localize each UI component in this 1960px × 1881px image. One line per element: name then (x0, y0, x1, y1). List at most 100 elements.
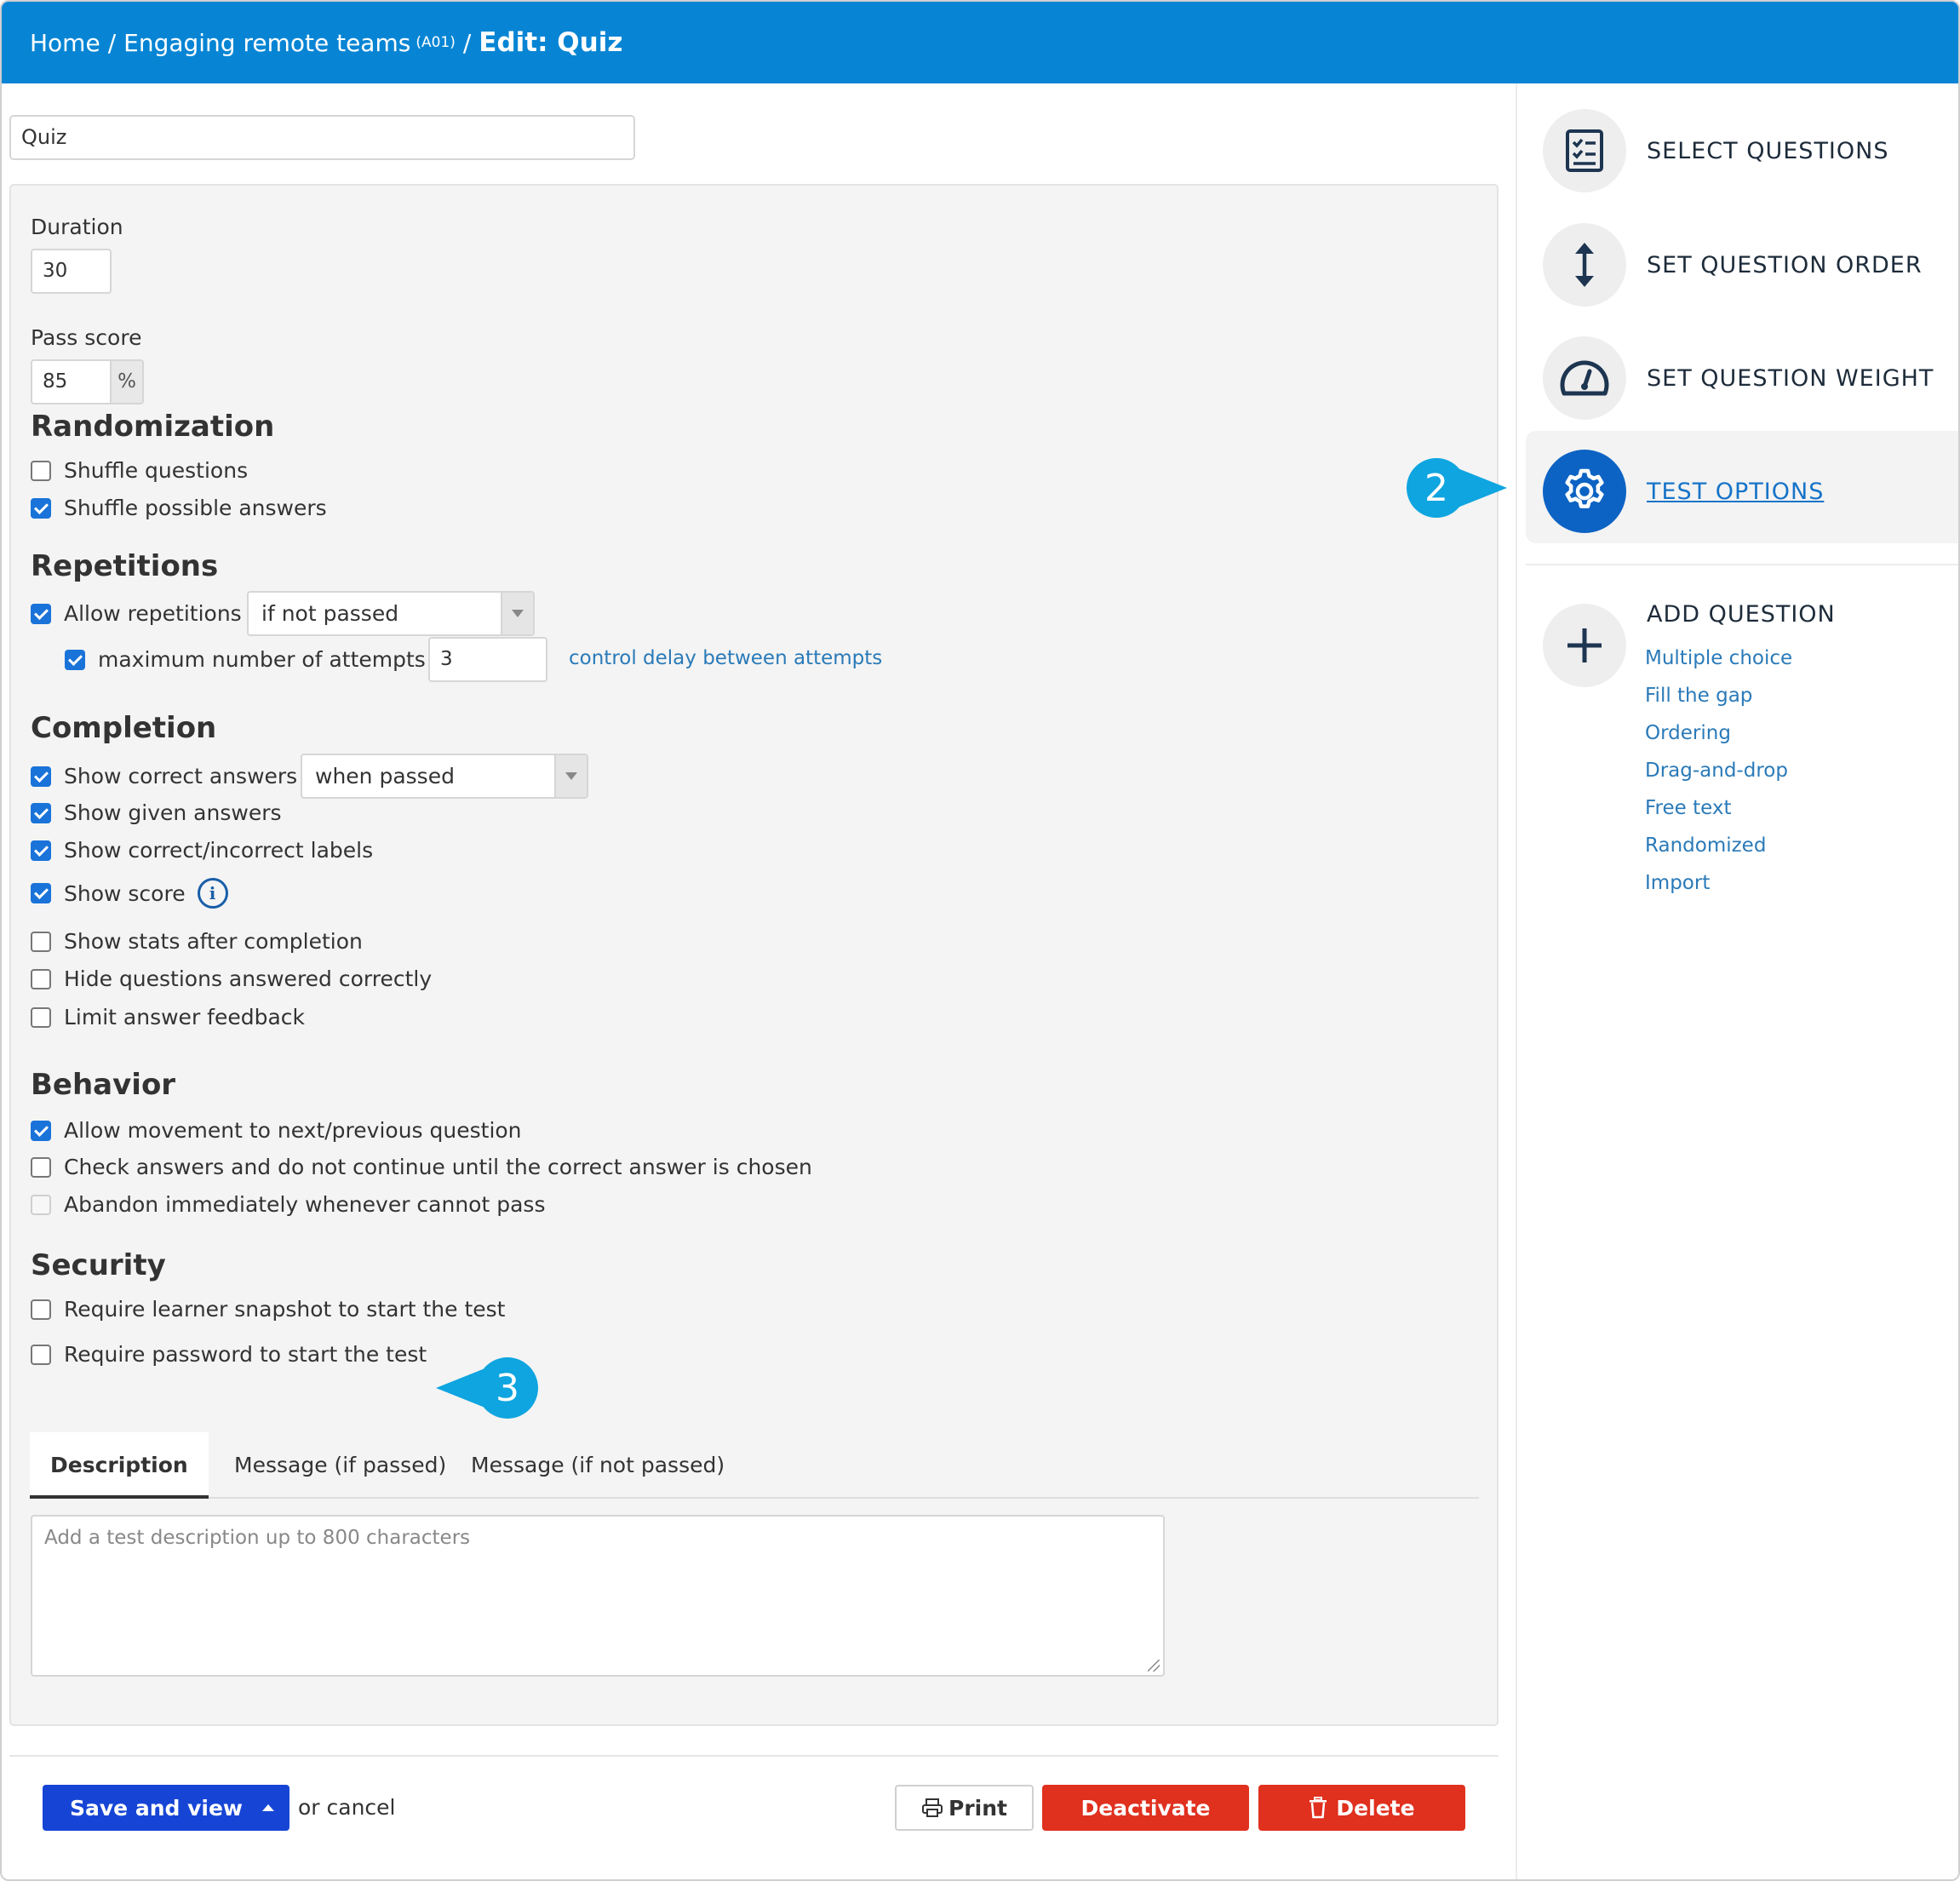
check-answers-label: Check answers and do not continue until … (64, 1155, 812, 1179)
show-labels-checkbox[interactable] (31, 840, 51, 861)
print-label: Print (948, 1795, 1007, 1821)
title-input[interactable]: Quiz (9, 115, 635, 160)
show-correct-label: Show correct answers (64, 764, 298, 789)
caret-up-icon[interactable] (262, 1804, 274, 1811)
max-attempts-label: maximum number of attempts (98, 647, 426, 672)
deactivate-button[interactable]: Deactivate (1042, 1785, 1249, 1831)
breadcrumb-course[interactable]: Engaging remote teams (123, 29, 410, 57)
app-window: Home / Engaging remote teams (A01) / Edi… (0, 0, 1960, 1881)
show-stats-row[interactable]: Show stats after completion (31, 929, 363, 954)
pass-score-input[interactable]: 85 (31, 359, 112, 404)
sidebar-item-set-question-weight[interactable]: SET QUESTION WEIGHT (1543, 336, 1934, 420)
check-answers-row[interactable]: Check answers and do not continue until … (31, 1155, 812, 1179)
allow-repetitions-row[interactable]: Allow repetitions (31, 601, 242, 626)
show-given-checkbox[interactable] (31, 802, 51, 823)
show-correct-row[interactable]: Show correct answers (31, 764, 297, 789)
info-icon[interactable]: i (197, 878, 228, 909)
shuffle-questions-checkbox[interactable] (31, 460, 51, 481)
repetitions-heading: Repetitions (31, 549, 219, 583)
save-and-view-label: Save and view (70, 1795, 244, 1821)
callout-3: 3 (434, 1357, 538, 1419)
max-attempts-input[interactable]: 3 (428, 637, 547, 682)
print-button[interactable]: Print (895, 1785, 1034, 1831)
set-question-weight-label: SET QUESTION WEIGHT (1647, 364, 1934, 392)
snapshot-checkbox[interactable] (31, 1299, 51, 1320)
add-import-link[interactable]: Import (1645, 864, 1792, 902)
deactivate-label: Deactivate (1080, 1795, 1211, 1821)
show-score-row[interactable]: Show score i (31, 878, 228, 909)
security-heading: Security (31, 1248, 166, 1282)
allow-movement-row[interactable]: Allow movement to next/previous question (31, 1118, 522, 1143)
shuffle-answers-row[interactable]: Shuffle possible answers (31, 496, 327, 520)
add-multiple-choice-link[interactable]: Multiple choice (1645, 639, 1792, 677)
tab-description[interactable]: Description (30, 1432, 209, 1499)
add-drag-and-drop-link[interactable]: Drag-and-drop (1645, 752, 1792, 789)
options-panel: Duration 30 Pass score 85 % Randomizatio… (9, 184, 1499, 1726)
show-given-row[interactable]: Show given answers (31, 800, 282, 825)
shuffle-questions-row[interactable]: Shuffle questions (31, 458, 248, 483)
snapshot-row[interactable]: Require learner snapshot to start the te… (31, 1297, 505, 1322)
repetitions-select[interactable]: if not passed (247, 591, 535, 636)
breadcrumb-course-code: (A01) (415, 34, 456, 51)
show-stats-checkbox[interactable] (31, 931, 51, 952)
check-answers-checkbox[interactable] (31, 1156, 51, 1178)
duration-input[interactable]: 30 (31, 249, 112, 294)
tab-message-not-passed[interactable]: Message (if not passed) (450, 1432, 745, 1499)
callout-2-number: 2 (1424, 466, 1448, 510)
max-attempts-checkbox[interactable] (65, 649, 85, 670)
control-delay-link[interactable]: control delay between attempts (569, 647, 882, 669)
callout-2: 2 (1407, 458, 1509, 518)
description-textarea[interactable]: Add a test description up to 800 charact… (31, 1515, 1165, 1677)
limit-feedback-checkbox[interactable] (31, 1006, 51, 1028)
add-free-text-link[interactable]: Free text (1645, 789, 1792, 827)
shuffle-answers-label: Shuffle possible answers (64, 496, 327, 520)
sidebar-item-set-question-order[interactable]: SET QUESTION ORDER (1543, 223, 1923, 307)
resize-handle-icon[interactable] (1148, 1660, 1160, 1672)
abandon-checkbox (31, 1194, 51, 1215)
allow-movement-label: Allow movement to next/previous question (64, 1118, 522, 1143)
page-title: Edit: Quiz (479, 27, 623, 58)
duration-label: Duration (31, 215, 123, 239)
footer-divider (9, 1755, 1499, 1757)
sidebar-item-test-options[interactable]: TEST OPTIONS (1543, 450, 1824, 533)
plus-icon[interactable] (1543, 604, 1626, 687)
password-label: Require password to start the test (64, 1342, 427, 1367)
max-attempts-row[interactable]: maximum number of attempts (65, 647, 426, 672)
password-row[interactable]: Require password to start the test (31, 1342, 427, 1367)
show-correct-select-value: when passed (315, 764, 455, 789)
limit-feedback-row[interactable]: Limit answer feedback (31, 1005, 305, 1029)
hide-correct-row[interactable]: Hide questions answered correctly (31, 966, 432, 991)
allow-movement-checkbox[interactable] (31, 1120, 51, 1141)
add-fill-the-gap-link[interactable]: Fill the gap (1645, 677, 1792, 714)
abandon-label: Abandon immediately whenever cannot pass (64, 1192, 546, 1217)
message-tabs: Description Message (if passed) Message … (30, 1432, 1479, 1499)
vertical-arrows-icon (1543, 223, 1626, 307)
password-checkbox[interactable] (31, 1344, 51, 1365)
show-given-label: Show given answers (64, 800, 282, 825)
show-score-checkbox[interactable] (31, 883, 51, 903)
delete-button[interactable]: Delete (1258, 1785, 1465, 1831)
save-and-view-button[interactable]: Save and view (43, 1785, 289, 1831)
gauge-icon (1543, 336, 1626, 420)
add-randomized-link[interactable]: Randomized (1645, 827, 1792, 864)
tab-message-passed[interactable]: Message (if passed) (214, 1432, 467, 1499)
breadcrumb-separator: / (107, 28, 117, 57)
breadcrumb-home[interactable]: Home (30, 29, 100, 57)
add-ordering-link[interactable]: Ordering (1645, 714, 1792, 752)
shuffle-questions-label: Shuffle questions (64, 458, 249, 483)
sidebar: SELECT QUESTIONS SET QUESTION ORDER SET … (1516, 83, 1958, 1879)
show-score-label: Show score (64, 880, 186, 906)
hide-correct-checkbox[interactable] (31, 968, 51, 989)
shuffle-answers-checkbox[interactable] (31, 497, 51, 519)
allow-repetitions-checkbox[interactable] (31, 603, 51, 624)
trash-icon (1310, 1797, 1327, 1819)
or-cancel-link[interactable]: or cancel (298, 1795, 396, 1820)
add-question-types: Multiple choice Fill the gap Ordering Dr… (1645, 639, 1792, 902)
sidebar-item-select-questions[interactable]: SELECT QUESTIONS (1543, 109, 1888, 192)
show-correct-checkbox[interactable] (31, 766, 51, 787)
description-placeholder: Add a test description up to 800 charact… (44, 1527, 471, 1549)
show-labels-row[interactable]: Show correct/incorrect labels (31, 838, 373, 863)
set-question-order-label: SET QUESTION ORDER (1647, 251, 1923, 278)
show-correct-select[interactable]: when passed (301, 754, 588, 799)
chevron-down-icon (554, 755, 587, 797)
